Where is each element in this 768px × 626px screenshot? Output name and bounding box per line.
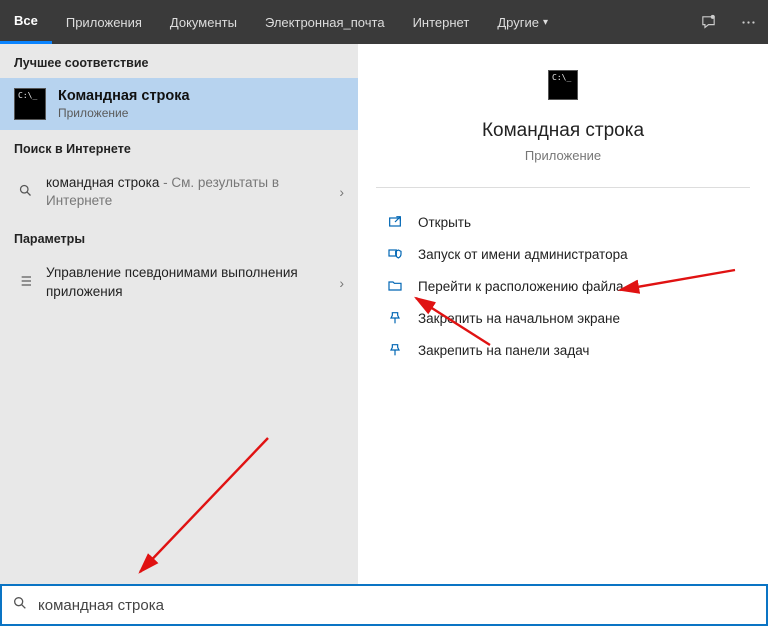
details-title: Командная строка xyxy=(376,120,750,142)
settings-list-icon xyxy=(14,273,36,293)
more-icon[interactable] xyxy=(728,0,768,44)
settings-result-item[interactable]: Управление псевдонимами выполнения прило… xyxy=(0,254,358,310)
open-icon xyxy=(384,213,406,231)
web-result-text: командная строка - См. результаты в Инте… xyxy=(46,174,333,210)
section-web: Поиск в Интернете xyxy=(0,130,358,164)
best-match-title: Командная строка xyxy=(58,88,190,104)
tab-apps[interactable]: Приложения xyxy=(52,0,156,44)
action-label: Перейти к расположению файла xyxy=(418,279,624,294)
section-settings: Параметры xyxy=(0,220,358,254)
tab-label: Другие xyxy=(497,15,539,30)
section-best-match: Лучшее соответствие xyxy=(0,44,358,78)
tab-label: Электронная_почта xyxy=(265,15,385,30)
action-label: Закрепить на панели задач xyxy=(418,343,589,358)
actions-list: Открыть Запуск от имени администратора П… xyxy=(358,188,768,384)
pin-icon xyxy=(384,309,406,327)
settings-result-text: Управление псевдонимами выполнения прило… xyxy=(46,264,333,300)
pin-icon xyxy=(384,341,406,359)
cmd-icon xyxy=(548,70,578,100)
tab-internet[interactable]: Интернет xyxy=(399,0,484,44)
folder-icon xyxy=(384,277,406,295)
search-bar[interactable] xyxy=(0,584,768,626)
action-label: Открыть xyxy=(418,215,471,230)
action-pin-taskbar[interactable]: Закрепить на панели задач xyxy=(376,334,750,366)
action-label: Запуск от имени администратора xyxy=(418,247,628,262)
tab-label: Документы xyxy=(170,15,237,30)
action-open[interactable]: Открыть xyxy=(376,206,750,238)
tab-label: Интернет xyxy=(413,15,470,30)
action-pin-start[interactable]: Закрепить на начальном экране xyxy=(376,302,750,334)
results-panel: Лучшее соответствие Командная строка При… xyxy=(0,44,358,584)
shield-icon xyxy=(384,245,406,263)
chevron-down-icon: ▾ xyxy=(543,17,548,28)
tab-documents[interactable]: Документы xyxy=(156,0,251,44)
tab-other[interactable]: Другие ▾ xyxy=(483,0,562,44)
details-subtitle: Приложение xyxy=(376,148,750,163)
cmd-icon xyxy=(14,88,46,120)
action-run-as-admin[interactable]: Запуск от имени администратора xyxy=(376,238,750,270)
tab-label: Приложения xyxy=(66,15,142,30)
chevron-right-icon: › xyxy=(339,275,344,291)
feedback-icon[interactable] xyxy=(688,0,728,44)
details-panel: Командная строка Приложение Открыть Запу… xyxy=(358,44,768,584)
action-open-file-location[interactable]: Перейти к расположению файла xyxy=(376,270,750,302)
tab-all[interactable]: Все xyxy=(0,0,52,44)
search-icon xyxy=(14,183,36,202)
search-icon xyxy=(12,595,28,616)
best-match-subtitle: Приложение xyxy=(58,106,190,120)
top-tabs: Все Приложения Документы Электронная_поч… xyxy=(0,0,768,44)
best-match-item[interactable]: Командная строка Приложение xyxy=(0,78,358,130)
search-input[interactable] xyxy=(38,597,756,614)
tab-label: Все xyxy=(14,13,38,28)
web-result-item[interactable]: командная строка - См. результаты в Инте… xyxy=(0,164,358,220)
action-label: Закрепить на начальном экране xyxy=(418,311,620,326)
chevron-right-icon: › xyxy=(339,184,344,200)
tab-email[interactable]: Электронная_почта xyxy=(251,0,399,44)
